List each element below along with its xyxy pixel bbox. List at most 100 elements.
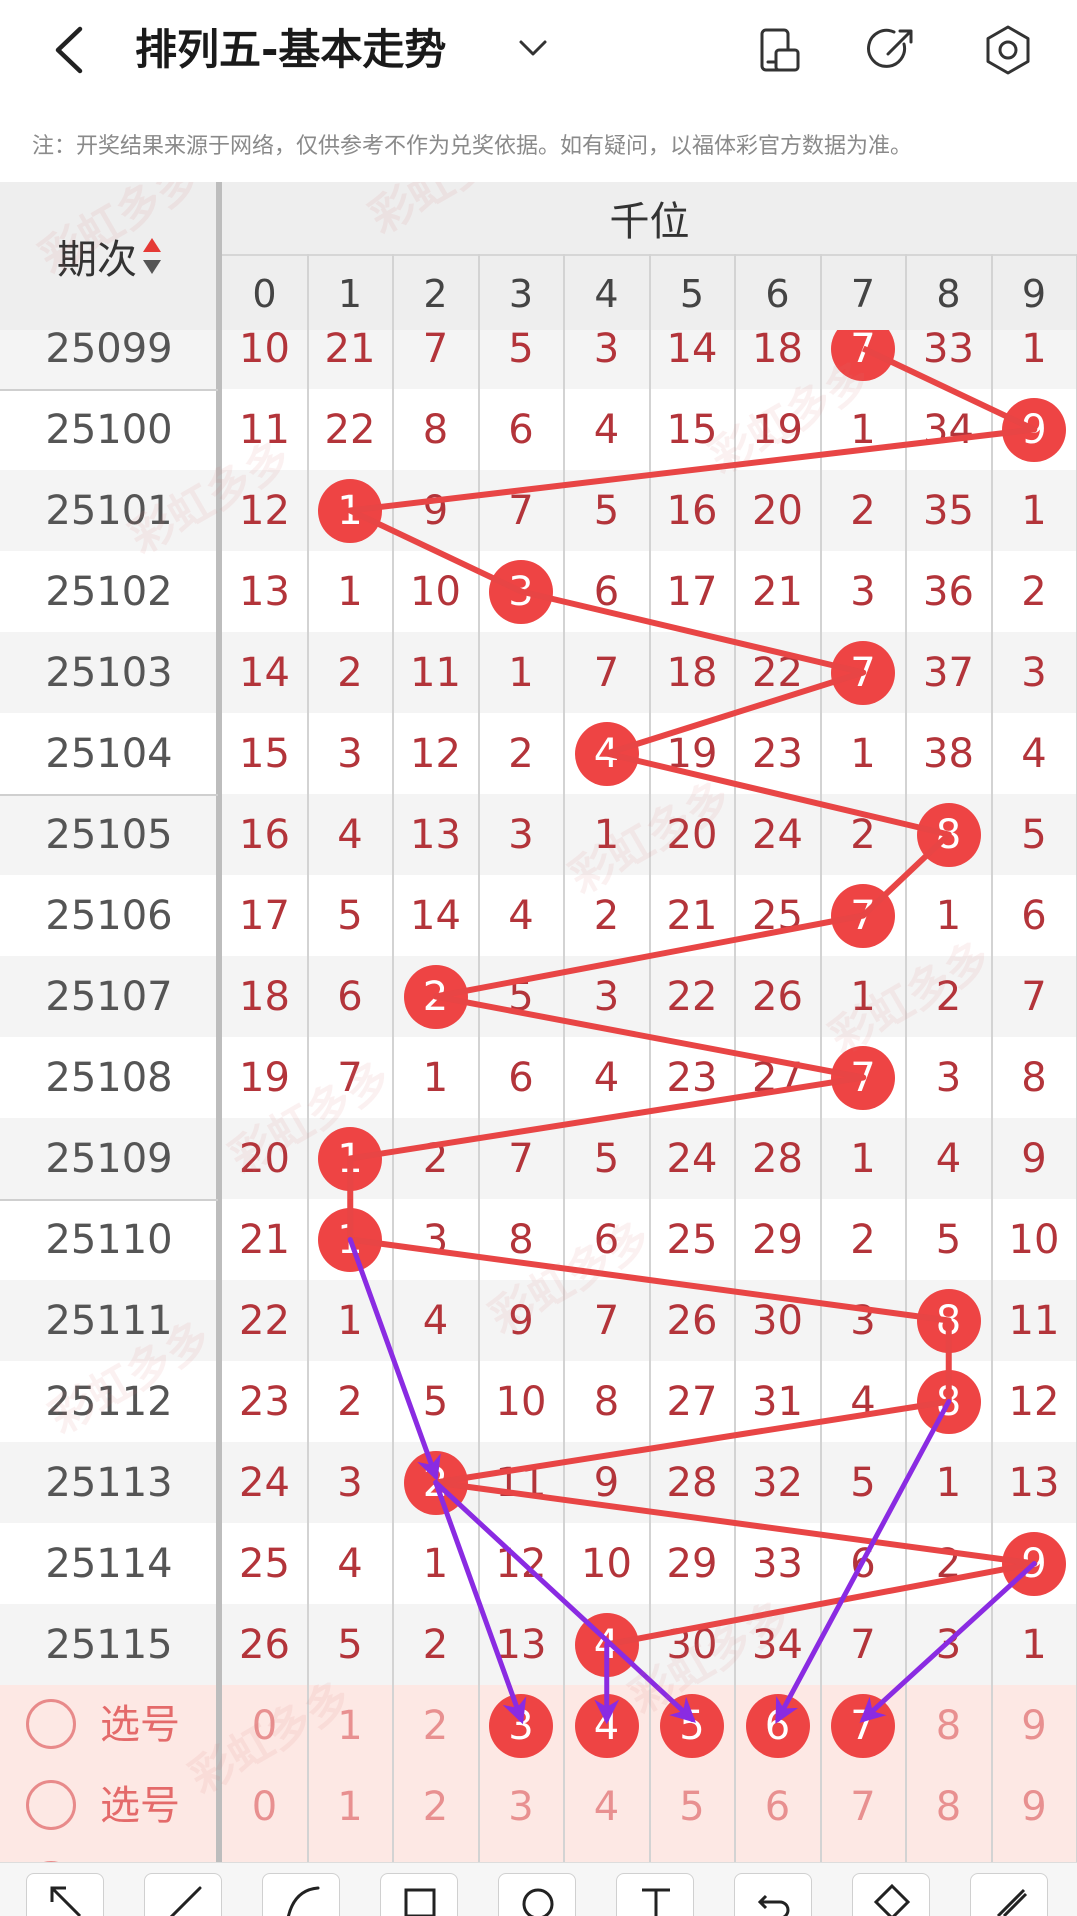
pick-number[interactable]: 3 [479, 1685, 564, 1766]
pick-number[interactable]: 7 [821, 1766, 906, 1847]
pick-number[interactable]: 8 [906, 1847, 991, 1862]
back-button[interactable] [44, 22, 94, 78]
miss-count: 13 [495, 1621, 547, 1668]
miss-count: 5 [422, 1378, 449, 1425]
period-cell: 25111 [45, 1297, 173, 1344]
undo-button[interactable] [734, 1873, 812, 1916]
miss-count: 27 [666, 1378, 718, 1425]
line-tool-button[interactable] [144, 1873, 222, 1916]
pick-number[interactable]: 5 [650, 1847, 735, 1862]
miss-count: 2 [935, 973, 962, 1020]
pick-number[interactable]: 0 [222, 1766, 307, 1847]
miss-count: 3 [593, 330, 620, 372]
hit-number: 1 [337, 1216, 363, 1263]
pick-number[interactable]: 1 [308, 1847, 393, 1862]
pick-number[interactable]: 8 [906, 1685, 991, 1766]
hit-number: 2 [422, 973, 449, 1020]
curve-tool-button[interactable] [262, 1873, 340, 1916]
miss-count: 2 [337, 649, 363, 696]
pick-number[interactable]: 4 [564, 1847, 649, 1862]
table-row: 25114 25 4 1 12 10 29 33 6 2 9 [0, 1523, 1077, 1604]
miss-count: 4 [508, 892, 534, 939]
pick-number[interactable]: 9 [992, 1766, 1077, 1847]
pick-number[interactable]: 2 [393, 1766, 478, 1847]
pick-number[interactable]: 4 [564, 1766, 649, 1847]
pick-number[interactable]: 1 [308, 1685, 393, 1766]
arrow-tool-button[interactable] [26, 1873, 104, 1916]
circle-tool-button[interactable] [498, 1873, 576, 1916]
miss-count: 2 [850, 1216, 876, 1263]
miss-count: 10 [495, 1378, 547, 1425]
hit-number: 1 [337, 487, 363, 534]
miss-count: 4 [850, 1378, 876, 1425]
rectangle-tool-button[interactable] [380, 1873, 458, 1916]
table-row: 25115 26 5 2 13 4 30 34 7 3 1 [0, 1604, 1077, 1685]
pick-number[interactable]: 4 [564, 1685, 649, 1766]
table-row: 25100 11 22 8 6 4 15 19 1 34 9 [0, 389, 1077, 470]
pick-number[interactable]: 0 [222, 1685, 307, 1766]
digit-header-7: 7 [850, 272, 876, 316]
period-cell: 25108 [45, 1054, 173, 1101]
text-tool-button[interactable] [616, 1873, 694, 1916]
miss-count: 31 [752, 1378, 803, 1425]
pick-number[interactable]: 6 [735, 1766, 820, 1847]
pick-radio[interactable] [26, 1699, 76, 1749]
pick-number[interactable]: 2 [393, 1685, 478, 1766]
miss-count: 11 [239, 406, 290, 453]
miss-count: 26 [752, 973, 803, 1020]
miss-count: 1 [850, 730, 876, 777]
clear-icon [996, 1888, 1028, 1916]
pick-number[interactable]: 7 [821, 1685, 906, 1766]
pick-number[interactable]: 2 [393, 1847, 478, 1862]
miss-count: 12 [1008, 1378, 1060, 1425]
period-cell: 25113 [45, 1459, 173, 1506]
miss-count: 22 [666, 973, 718, 1020]
miss-count: 3 [593, 973, 620, 1020]
period-cell: 25099 [45, 330, 173, 372]
hit-number: 2 [422, 1459, 449, 1506]
settings-icon[interactable] [980, 22, 1036, 78]
miss-count: 28 [752, 1135, 803, 1182]
table-row: 25099 10 21 7 5 3 14 18 7 33 1 [0, 330, 1077, 389]
miss-count: 22 [324, 406, 376, 453]
table-row: 25104 15 3 12 2 4 19 23 1 38 4 [0, 713, 1077, 794]
period-column-divider [216, 182, 222, 1862]
miss-count: 6 [508, 406, 534, 453]
miss-count: 7 [593, 1297, 620, 1344]
pick-number[interactable]: 5 [650, 1766, 735, 1847]
chevron-down-icon[interactable] [515, 30, 551, 66]
miss-count: 37 [923, 649, 974, 696]
miss-count: 9 [508, 1297, 534, 1344]
pick-number[interactable]: 3 [479, 1766, 564, 1847]
miss-count: 25 [752, 892, 803, 939]
miss-count: 25 [239, 1540, 290, 1587]
pick-radio[interactable] [26, 1780, 76, 1830]
column-divider [306, 254, 309, 1862]
eraser-button[interactable] [852, 1873, 930, 1916]
miss-count: 7 [422, 330, 449, 372]
pick-number[interactable]: 6 [735, 1847, 820, 1862]
pick-number[interactable]: 3 [479, 1847, 564, 1862]
miss-count: 1 [1021, 1621, 1047, 1668]
share-icon[interactable] [864, 22, 920, 78]
undo-icon [757, 1894, 790, 1916]
clear-button[interactable] [970, 1873, 1048, 1916]
miss-count: 6 [850, 1540, 876, 1587]
line-tool-icon [169, 1886, 202, 1916]
circle-tool-icon [522, 1888, 554, 1916]
miss-count: 22 [752, 649, 803, 696]
pick-number[interactable]: 0 [222, 1847, 307, 1862]
pick-number[interactable]: 7 [821, 1847, 906, 1862]
top-bar: 排列五-基本走势 [0, 0, 1077, 100]
pick-number[interactable]: 8 [906, 1766, 991, 1847]
phone-rotate-icon[interactable] [752, 22, 808, 78]
pick-number[interactable]: 6 [735, 1685, 820, 1766]
pick-number[interactable]: 9 [992, 1685, 1077, 1766]
miss-count: 5 [850, 1459, 876, 1506]
period-cell: 25104 [45, 730, 173, 777]
pick-number[interactable]: 1 [308, 1766, 393, 1847]
pick-row: 选号 0123456789 [0, 1766, 1077, 1847]
pick-number[interactable]: 5 [650, 1685, 735, 1766]
period-header[interactable]: 期次 [0, 182, 220, 330]
pick-number[interactable]: 9 [992, 1847, 1077, 1862]
